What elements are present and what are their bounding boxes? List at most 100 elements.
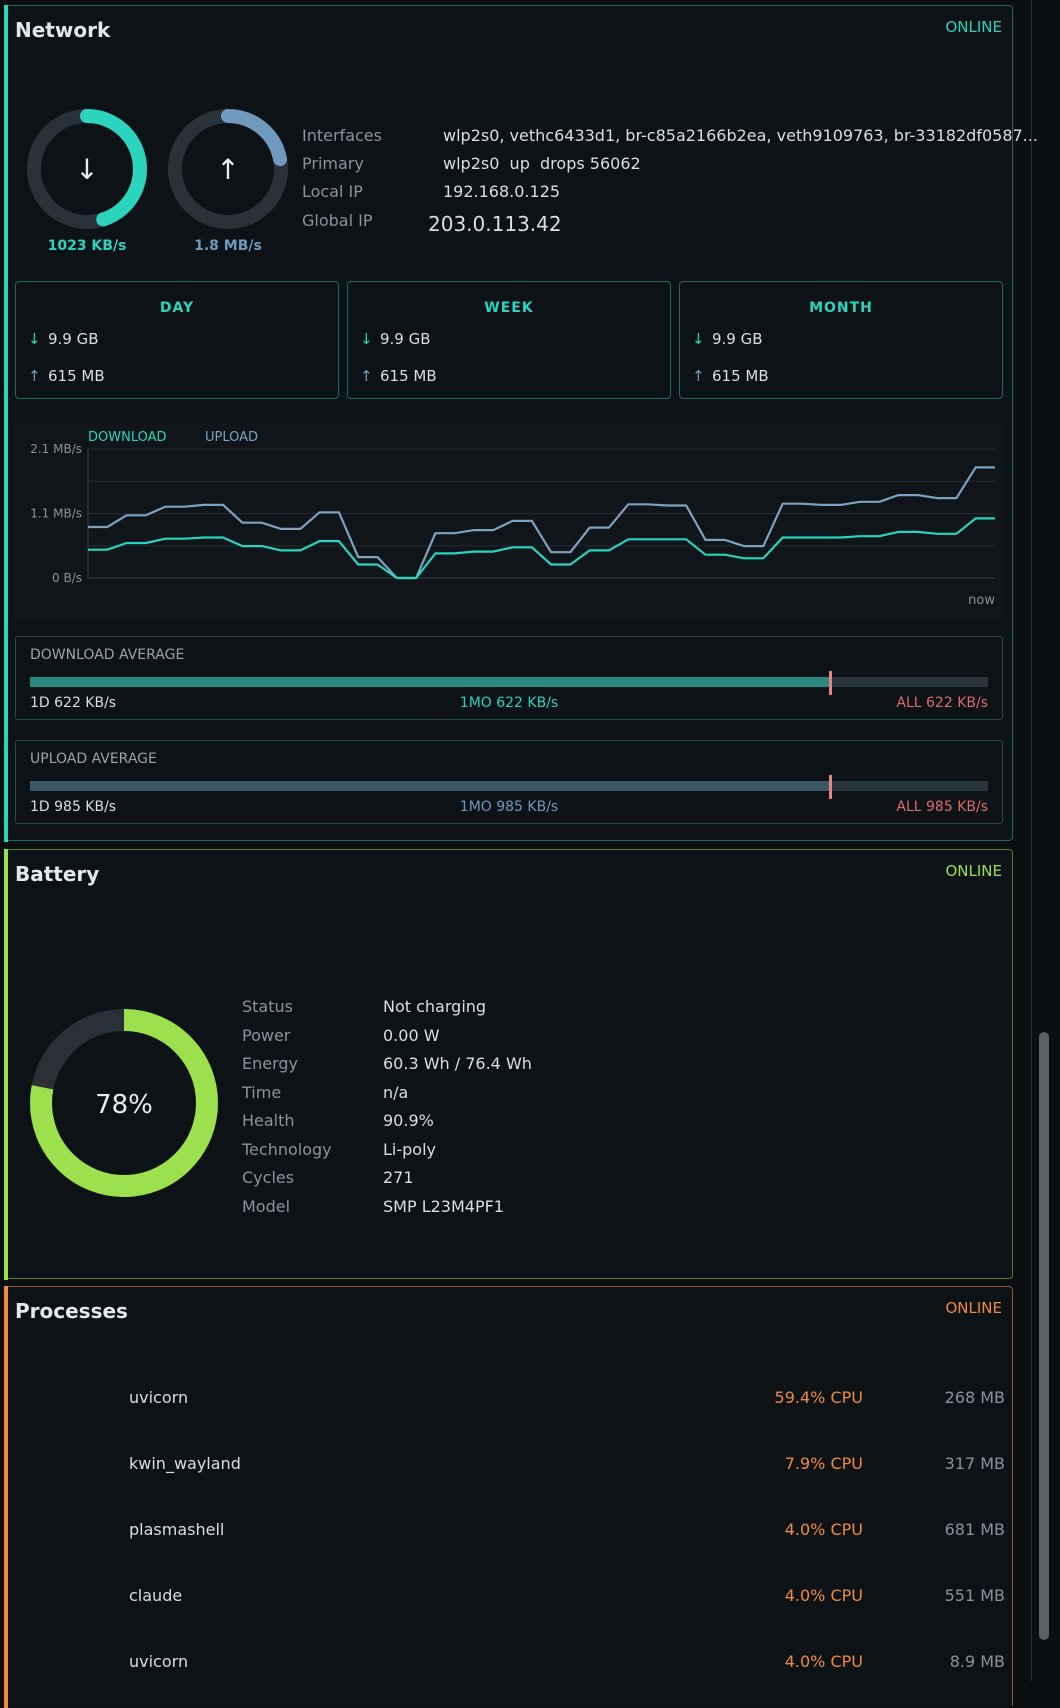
upload-average-title: UPLOAD AVERAGE [30, 751, 157, 767]
chart-y-tick-label: 1.1 MB/s [30, 507, 82, 521]
local-ip-value: 192.168.0.125 [443, 182, 561, 201]
battery-info-label: Time [242, 1082, 282, 1102]
download-arrow-icon: ↓ [28, 330, 41, 348]
process-row[interactable]: plasmashell 4.0% CPU 681 MB [15, 1520, 1005, 1544]
primary-label: Primary [302, 154, 364, 173]
network-status: ONLINE [945, 18, 1002, 36]
process-name: claude [129, 1586, 183, 1605]
process-mem: 8.9 MB [949, 1652, 1005, 1671]
battery-info-label: Cycles [242, 1168, 295, 1187]
process-cpu: 4.0% CPU [784, 1520, 863, 1539]
battery-info-value: 271 [383, 1168, 414, 1187]
download-arrow-icon: ↓ [692, 330, 705, 348]
period-box-month: MONTH ↓ 9.9 GB ↑ 615 MB [679, 281, 1003, 399]
processes-panel: Processes ONLINE uvicorn 59.4% CPU 268 MB k… [3, 1285, 1013, 1708]
battery-info-value: Not charging [383, 997, 487, 1016]
local-ip-label: Local IP [302, 182, 363, 201]
scrollbar-track[interactable] [1031, 0, 1032, 1681]
process-name: uvicorn [129, 1652, 189, 1671]
battery-info-value: Li-poly [383, 1139, 436, 1159]
battery-info-value: 60.3 Wh / 76.4 Wh [383, 1054, 532, 1073]
download-average-title: DOWNLOAD AVERAGE [30, 647, 185, 663]
battery-info-label: Technology [242, 1139, 332, 1159]
period-title: DAY [159, 300, 195, 316]
panel-accent-bar [3, 848, 8, 1280]
battery-info-value: 0.00 W [383, 1025, 440, 1045]
upload-gauge: ↑ [168, 109, 288, 229]
download-average-box: DOWNLOAD AVERAGE 1D 622 KB/s 1MO 622 KB/… [15, 636, 1003, 720]
upload-average-marker [828, 775, 832, 799]
download-arrow-icon: ↓ [75, 153, 98, 186]
period-download: 9.9 GB [380, 330, 431, 348]
process-name: plasmashell [129, 1520, 225, 1539]
battery-panel: Battery ONLINE 78% Status Not charging Pow… [3, 848, 1013, 1280]
download-average-all: ALL 622 KB/s [896, 695, 988, 711]
upload-arrow-icon: ↑ [692, 367, 705, 385]
upload-arrow-icon: ↑ [216, 153, 239, 186]
process-row[interactable]: uvicorn 4.0% CPU 8.9 MB [15, 1652, 1005, 1676]
battery-info-label: Model [242, 1196, 291, 1216]
network-title: Network [15, 18, 111, 42]
battery-info-value: SMP L23M4PF1 [383, 1196, 504, 1216]
interfaces-label: Interfaces [302, 126, 382, 145]
interfaces-value: wlp2s0, vethc6433d1, br-c85a2166b2ea, ve… [443, 126, 1038, 145]
chart-y-tick-label: 0 B/s [52, 571, 82, 585]
process-mem: 681 MB [944, 1520, 1005, 1539]
process-row[interactable]: uvicorn 59.4% CPU 268 MB [15, 1388, 1005, 1412]
upload-arrow-icon: ↑ [360, 367, 373, 385]
primary-value: wlp2s0 up drops 56062 [443, 154, 641, 173]
battery-info-label: Energy [242, 1054, 299, 1073]
process-name: uvicorn [129, 1388, 189, 1407]
processes-title: Processes [15, 1299, 128, 1323]
scrollbar-thumb[interactable] [1039, 1032, 1049, 1640]
period-upload: 615 MB [48, 367, 105, 385]
traffic-chart: 2.1 MB/s 1.1 MB/s 0 B/s DOWNLOAD UPLOAD now [15, 424, 1003, 618]
processes-status: ONLINE [945, 1299, 1002, 1317]
battery-percent: 78% [95, 1090, 153, 1120]
battery-info-label: Power [242, 1025, 291, 1045]
download-gauge: ↓ [27, 109, 147, 229]
upload-average-track [30, 775, 988, 799]
period-upload: 615 MB [712, 367, 769, 385]
chart-x-end-label: now [968, 593, 995, 608]
download-average-month: 1MO 622 KB/s [459, 695, 559, 711]
dashboard-page: Network ONLINE ↓ 1023 KB/s ↑ 1.8 MB/s In… [0, 0, 1060, 1708]
network-panel: Network ONLINE ↓ 1023 KB/s ↑ 1.8 MB/s In… [3, 4, 1038, 842]
download-average-fill [30, 677, 830, 687]
upload-average-fill [30, 781, 830, 791]
process-cpu: 7.9% CPU [784, 1454, 863, 1473]
period-box-day: DAY ↓ 9.9 GB ↑ 615 MB [15, 281, 339, 399]
process-cpu: 59.4% CPU [774, 1388, 863, 1407]
period-box-week: WEEK ↓ 9.9 GB ↑ 615 MB [347, 281, 671, 399]
global-ip-label: Global IP [302, 211, 373, 230]
battery-info-label: Status [242, 997, 293, 1016]
process-cpu: 4.0% CPU [784, 1652, 863, 1671]
upload-arrow-icon: ↑ [28, 367, 41, 385]
upload-rate: 1.8 MB/s [194, 238, 262, 254]
period-download: 9.9 GB [712, 330, 763, 348]
battery-status: ONLINE [945, 862, 1002, 880]
period-title: WEEK [484, 300, 534, 316]
panel-accent-bar [3, 1285, 8, 1708]
process-name: kwin_wayland [129, 1454, 241, 1473]
process-row[interactable]: kwin_wayland 7.9% CPU 317 MB [15, 1454, 1005, 1478]
chart-y-tick-label: 2.1 MB/s [30, 442, 82, 456]
battery-info-value: n/a [383, 1082, 409, 1102]
battery-gauge: 78% [30, 1009, 218, 1197]
chart-series-upload [88, 466, 995, 580]
global-ip-value: 203.0.113.42 [428, 212, 562, 236]
download-rate: 1023 KB/s [47, 238, 127, 254]
process-mem: 551 MB [944, 1586, 1005, 1605]
download-average-marker [828, 671, 832, 695]
battery-info-value: 90.9% [383, 1111, 434, 1130]
download-arrow-icon: ↓ [360, 330, 373, 348]
period-upload: 615 MB [380, 367, 437, 385]
chart-legend-upload[interactable]: UPLOAD [205, 430, 258, 445]
process-mem: 268 MB [944, 1388, 1005, 1407]
chart-legend-download[interactable]: DOWNLOAD [88, 430, 167, 445]
panel-accent-bar [3, 4, 8, 842]
traffic-chart-svg: 2.1 MB/s 1.1 MB/s 0 B/s DOWNLOAD UPLOAD now [30, 430, 995, 608]
process-cpu: 4.0% CPU [784, 1586, 863, 1605]
process-row[interactable]: claude 4.0% CPU 551 MB [15, 1586, 1005, 1610]
period-title: MONTH [809, 300, 873, 316]
